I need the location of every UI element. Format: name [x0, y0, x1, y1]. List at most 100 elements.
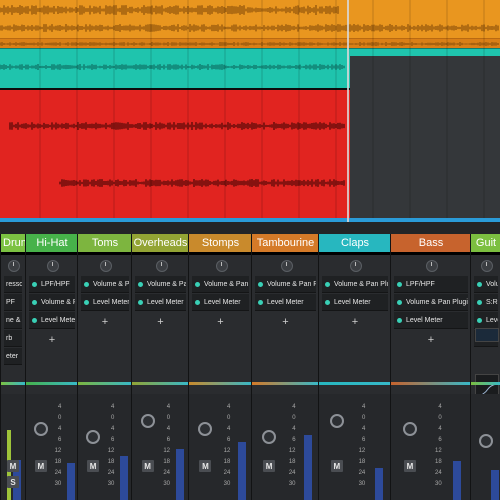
channel-name[interactable]: Claps: [319, 234, 391, 255]
insert-power-icon[interactable]: [397, 282, 402, 287]
channel-name[interactable]: Stomps: [189, 234, 252, 255]
volume-fader[interactable]: [86, 430, 101, 444]
insert-power-icon[interactable]: [477, 282, 482, 287]
channel-name[interactable]: Overheads: [132, 234, 189, 255]
mute-button[interactable]: M: [34, 460, 47, 472]
pan-knob[interactable]: [481, 260, 493, 272]
volume-fader[interactable]: [329, 414, 344, 428]
insert-slot[interactable]: Level Meter: [29, 312, 75, 329]
solo-button[interactable]: S: [7, 476, 19, 488]
channel-name[interactable]: Bass: [391, 234, 471, 255]
channel-name[interactable]: Toms: [78, 234, 132, 255]
insert-slot[interactable]: Level Meter: [192, 294, 249, 311]
scale-label: 30: [288, 481, 296, 487]
insert-slot[interactable]: Level Meter: [255, 294, 316, 311]
insert-power-icon[interactable]: [32, 318, 37, 323]
insert-power-icon[interactable]: [397, 300, 402, 305]
channel-strip-hi-hat[interactable]: Hi-Hat LPF/HPF Volume & Pan Plugin Level Me…: [25, 234, 78, 500]
pan-knob[interactable]: [47, 260, 59, 272]
mute-button[interactable]: M: [263, 460, 276, 472]
insert-slot[interactable]: LPF/HPF: [29, 276, 75, 293]
fader-scale: 4 0 4 6 12 18 24 30: [359, 402, 366, 490]
insert-power-icon[interactable]: [84, 282, 89, 287]
insert-slot[interactable]: Volume & Pan Plugin: [394, 294, 468, 311]
mute-button[interactable]: M: [7, 460, 19, 472]
channel-strip-toms[interactable]: Toms Volume & Pan Plugin Level Meter +4 0 4 6 1…: [77, 234, 132, 500]
insert-slot[interactable]: ressor: [4, 276, 22, 293]
insert-slot[interactable]: Volume & Pan Plugin: [81, 276, 129, 293]
channel-strip-guit[interactable]: GuitVoluS:ReLeveB-Ba: [470, 234, 500, 500]
insert-power-icon[interactable]: [138, 282, 143, 287]
insert-slot[interactable]: Level Meter: [135, 294, 186, 311]
channel-name[interactable]: Drum: [1, 234, 25, 255]
channel-strip-stomps[interactable]: StompsVolume & Pan PluginLevel Meter+404…: [188, 234, 252, 500]
pan-knob[interactable]: [280, 260, 293, 272]
insert-slot[interactable]: Volume & Pan Plugin: [192, 276, 249, 293]
channel-name[interactable]: Guit: [471, 234, 500, 255]
pan-knob[interactable]: [155, 260, 168, 272]
insert-slot[interactable]: eter: [4, 348, 22, 365]
insert-power-icon[interactable]: [32, 300, 37, 305]
insert-slot[interactable]: Volume & Pan Plugin: [322, 276, 388, 293]
insert-power-icon[interactable]: [32, 282, 37, 287]
pan-knob[interactable]: [426, 260, 438, 272]
insert-label: Level Meter: [267, 298, 304, 306]
insert-slot[interactable]: Level Meter: [81, 294, 129, 311]
channel-strip-claps[interactable]: Claps Volume & Pan Plugin Level Meter +4 0 4 6…: [318, 234, 391, 500]
insert-slot[interactable]: rb: [4, 330, 22, 347]
volume-fader[interactable]: [403, 422, 417, 436]
insert-power-icon[interactable]: [84, 300, 89, 305]
insert-power-icon[interactable]: [195, 282, 200, 287]
insert-slot[interactable]: PF: [4, 294, 22, 311]
channel-strip-tambourine[interactable]: Tambourine Volume & Pan Plugin Level Meter…: [251, 234, 319, 500]
add-insert-button[interactable]: +: [252, 316, 319, 328]
channel-strip-drum[interactable]: Drum ressor PF ne & Pan Plugin rb eter MS: [0, 234, 25, 500]
insert-slot[interactable]: Volu: [474, 276, 498, 293]
insert-slot[interactable]: Level Meter: [322, 294, 388, 311]
add-insert-button[interactable]: +: [319, 316, 391, 328]
channel-name[interactable]: Hi-Hat: [26, 234, 78, 255]
volume-fader[interactable]: [479, 434, 493, 448]
mute-button[interactable]: M: [330, 460, 343, 472]
insert-power-icon[interactable]: [325, 282, 330, 287]
playhead[interactable]: [347, 0, 349, 222]
insert-slot[interactable]: Level Meter: [394, 312, 468, 329]
mute-button[interactable]: M: [87, 460, 100, 472]
insert-power-icon[interactable]: [477, 300, 482, 305]
mute-button[interactable]: M: [404, 460, 416, 472]
insert-power-icon[interactable]: [397, 318, 402, 323]
add-insert-button[interactable]: +: [391, 334, 471, 346]
insert-slot[interactable]: Volume & Pan Plugin: [135, 276, 186, 293]
channel-name[interactable]: Tambourine: [252, 234, 319, 255]
insert-power-icon[interactable]: [258, 282, 263, 287]
mute-button[interactable]: M: [141, 460, 154, 472]
pan-knob[interactable]: [100, 260, 112, 272]
channel-strip-bass[interactable]: Bass LPF/HPF Volume & Pan Plugin Level Mete…: [390, 234, 471, 500]
add-insert-button[interactable]: +: [189, 316, 252, 328]
insert-power-icon[interactable]: [195, 300, 200, 305]
strip-color-band: [189, 382, 252, 385]
insert-power-icon[interactable]: [477, 318, 482, 323]
pan-knob[interactable]: [8, 260, 20, 272]
insert-slot[interactable]: Volume & Pan Plugin: [255, 276, 316, 293]
add-insert-button[interactable]: +: [26, 334, 78, 346]
pan-knob[interactable]: [215, 260, 228, 272]
add-insert-button[interactable]: +: [78, 316, 132, 328]
plugin-preset-field[interactable]: [475, 328, 499, 342]
insert-slot[interactable]: ne & Pan Plugin: [4, 312, 22, 329]
insert-slot[interactable]: S:Re: [474, 294, 498, 311]
volume-fader[interactable]: [33, 422, 48, 436]
insert-power-icon[interactable]: [325, 300, 330, 305]
scale-label: 4: [57, 426, 62, 432]
pan-knob[interactable]: [350, 260, 362, 272]
channel-strip-overheads[interactable]: Overheads Volume & Pan Plugin Level Meter +…: [131, 234, 189, 500]
insert-slot[interactable]: Leve: [474, 312, 498, 329]
volume-fader[interactable]: [140, 414, 155, 428]
insert-slot[interactable]: LPF/HPF: [394, 276, 468, 293]
insert-power-icon[interactable]: [138, 300, 143, 305]
insert-power-icon[interactable]: [258, 300, 263, 305]
mute-button[interactable]: M: [199, 460, 212, 472]
add-insert-button[interactable]: +: [132, 316, 189, 328]
volume-fader[interactable]: [262, 430, 277, 444]
insert-slot[interactable]: Volume & Pan Plugin: [29, 294, 75, 311]
